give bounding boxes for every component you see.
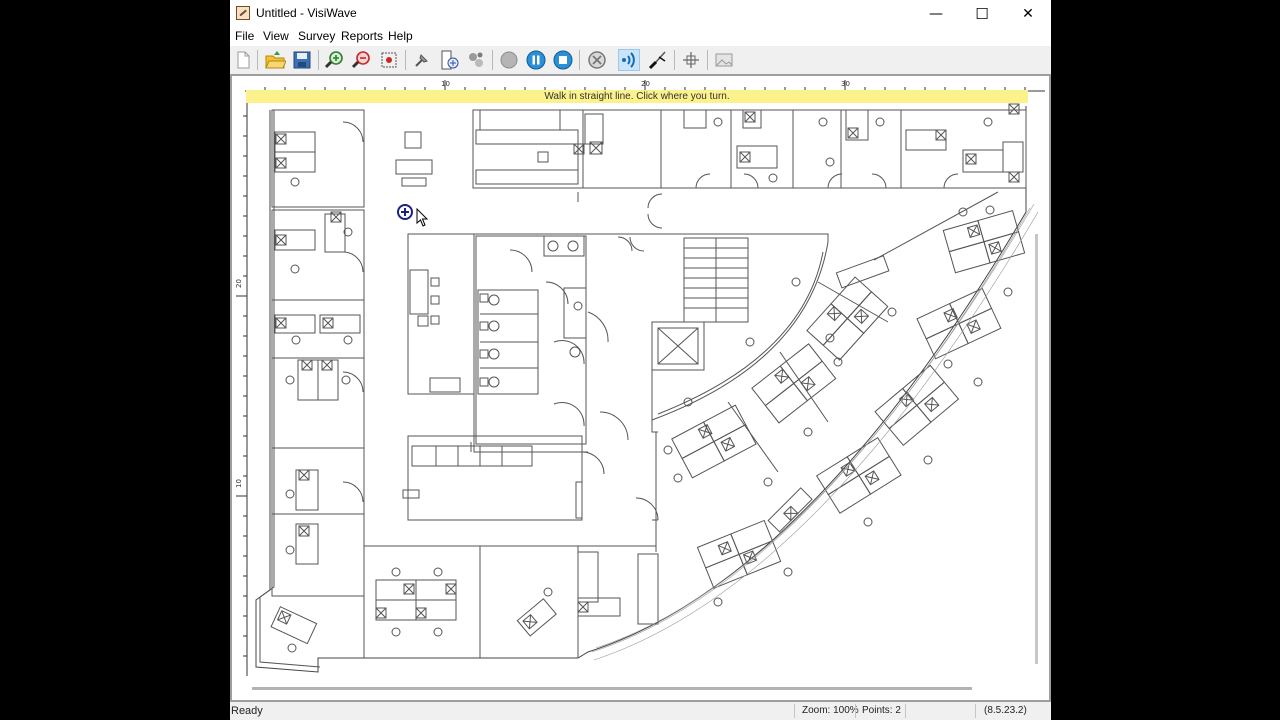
points-count: Points: 2 [862,705,901,716]
ruler-label: 30 [841,80,850,88]
maximize-button[interactable]: ☐ [959,0,1005,28]
toolbar-separator [405,50,406,70]
window-title: Untitled - VisiWave [256,6,357,20]
status-divider [855,704,856,718]
toolbar-separator [579,50,580,70]
floor-plan-canvas[interactable]: 10 20 30 20 10 Walk in straight line. Cl… [230,74,1051,702]
ruler-label: 20 [641,80,650,88]
move-points-icon[interactable] [680,49,702,71]
horizontal-scrollbar-thumb[interactable] [252,687,972,690]
pause-icon[interactable] [525,49,547,71]
open-folder-icon[interactable] [264,49,287,71]
title-bar: Untitled - VisiWave — ☐ ✕ [230,0,1051,28]
add-point-icon[interactable] [438,49,460,71]
save-icon[interactable] [291,49,313,71]
close-button[interactable]: ✕ [1005,0,1051,28]
ruler-label: 10 [441,80,450,88]
ruler-label: 10 [235,479,243,488]
menu-help[interactable]: Help [388,29,413,43]
visiwave-window: Untitled - VisiWave — ☐ ✕ File View Surv… [230,0,1051,720]
toolbar-separator [674,50,675,70]
status-divider [794,704,795,718]
status-text: Ready [231,705,263,717]
floor-plan [255,103,1038,673]
menu-survey[interactable]: Survey [298,29,335,43]
menu-file[interactable]: File [235,29,254,43]
status-bar: Ready Zoom: 100% Points: 2 (8.5.23.2) [230,702,1051,720]
vertical-ruler: 20 10 [235,96,248,676]
menu-reports[interactable]: Reports [341,29,383,43]
instruction-banner: Walk in straight line. Click where you t… [246,90,1028,103]
new-document-icon[interactable] [232,49,254,71]
cancel-icon[interactable] [586,49,608,71]
zoom-level: Zoom: 100% [802,705,859,716]
stop-icon[interactable] [552,49,574,71]
menu-bar: File View Survey Reports Help [230,28,1051,46]
vertical-scrollbar-thumb[interactable] [1035,234,1038,664]
survey-settings-icon[interactable] [465,49,487,71]
minimize-button[interactable]: — [913,0,959,28]
status-divider [975,704,976,718]
toolbar [230,46,1051,75]
toolbar-separator [707,50,708,70]
zoom-out-icon[interactable] [351,49,373,71]
menu-view[interactable]: View [263,29,289,43]
version-label: (8.5.23.2) [984,705,1027,716]
toolbar-separator [257,50,258,70]
mouse-pointer-icon [416,208,429,227]
zoom-in-icon[interactable] [324,49,346,71]
record-icon[interactable] [498,49,520,71]
toolbar-separator [492,50,493,70]
wifi-signal-icon[interactable] [618,49,640,71]
zoom-fit-icon[interactable] [378,49,400,71]
pin-icon[interactable] [411,49,433,71]
ruler-label: 20 [235,279,243,288]
status-divider [905,704,906,718]
app-icon [236,6,250,20]
toolbar-separator [318,50,319,70]
image-icon[interactable] [713,49,735,71]
continuous-walk-icon[interactable] [647,49,669,71]
